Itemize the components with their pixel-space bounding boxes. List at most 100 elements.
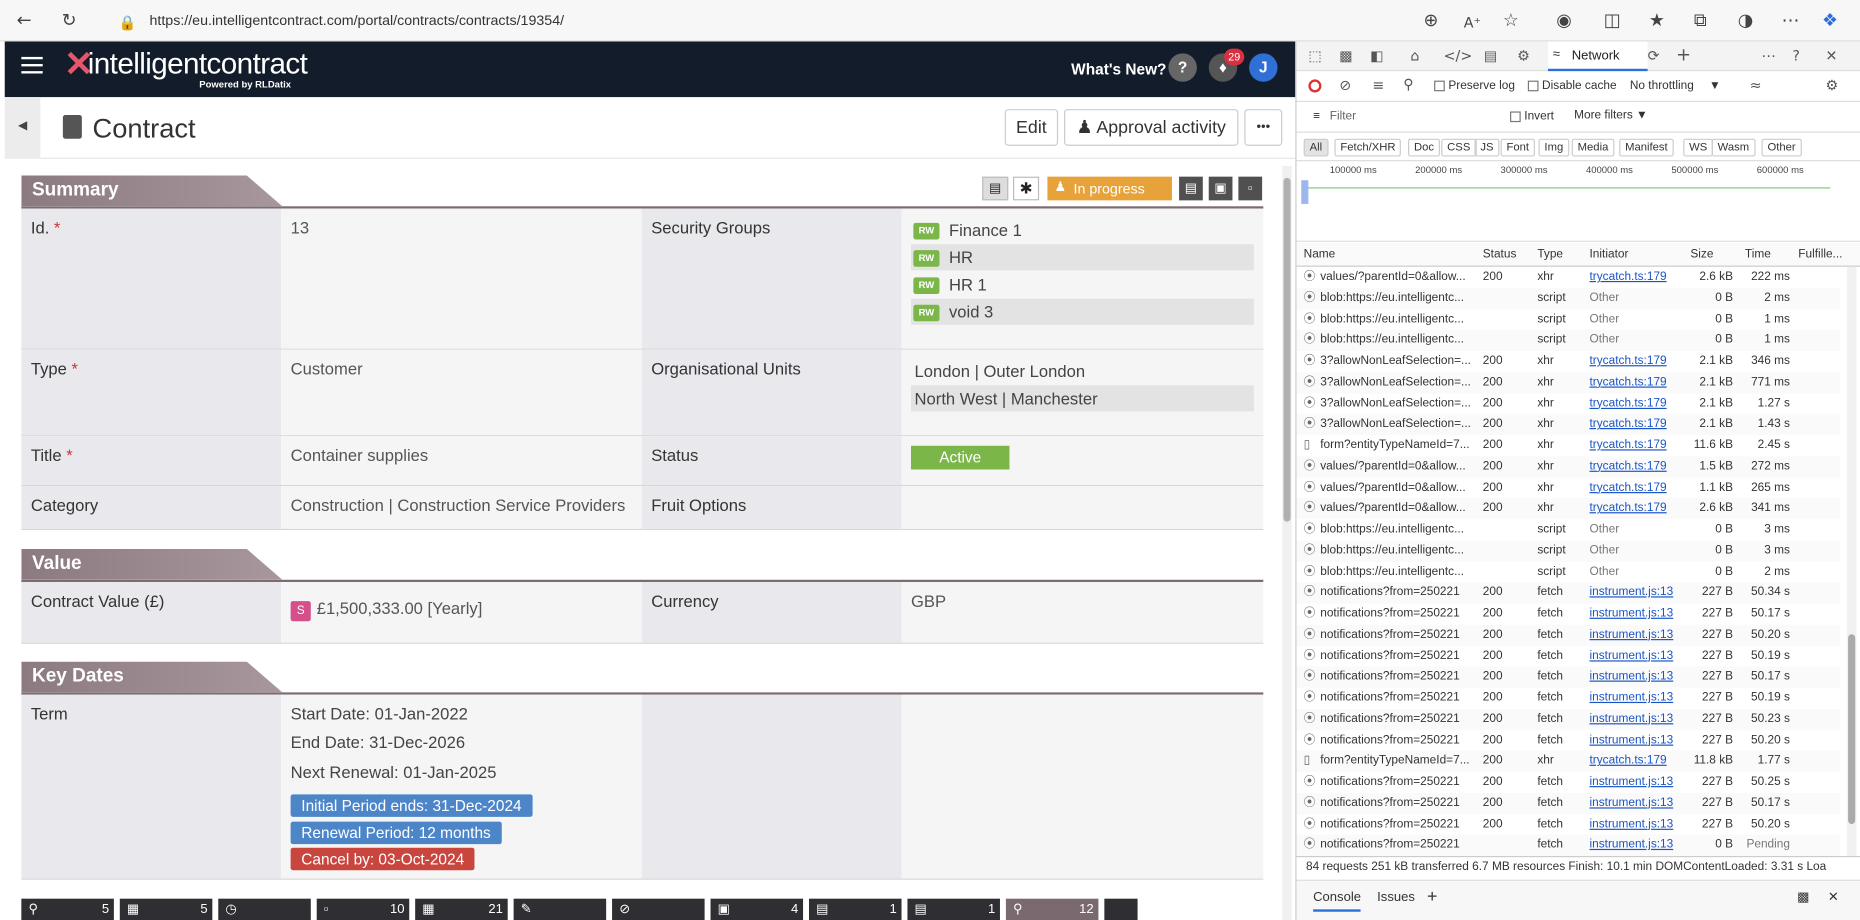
network-conditions-icon[interactable]: ≈ xyxy=(1750,77,1762,94)
performance-icon[interactable]: ⟳ xyxy=(1648,47,1660,64)
request-row[interactable]: ⦿ blob:https://eu.intelligentc... script Ot… xyxy=(1297,561,1840,582)
type-filter-wasm[interactable]: Wasm xyxy=(1711,138,1756,157)
request-row[interactable]: ⦿ notifications?from=250221 200 fetch instru… xyxy=(1296,666,1840,688)
request-row[interactable]: ⦿ notifications?from=250221 200 fetch instru… xyxy=(1296,624,1840,646)
request-row[interactable]: ⦿ blob:https://eu.intelligentc... script Ot… xyxy=(1297,309,1840,330)
request-initiator[interactable]: instrument.js:13 xyxy=(1590,688,1678,708)
performance-icon[interactable]: ◑ xyxy=(1738,9,1754,30)
request-row[interactable]: ⦿ blob:https://eu.intelligentc... script Ot… xyxy=(1296,329,1840,351)
collections-icon[interactable]: ⧉ xyxy=(1694,9,1707,30)
user-avatar[interactable]: J xyxy=(1249,53,1278,82)
help-icon[interactable]: ? xyxy=(1792,47,1800,64)
more-tools-icon[interactable]: ⋯ xyxy=(1762,47,1776,64)
request-row[interactable]: ⦿ values/?parentId=0&allow... 200 xhr trycat… xyxy=(1296,456,1840,478)
request-row[interactable]: ⦿ values/?parentId=0&allow... 200 xhr trycat… xyxy=(1297,477,1840,498)
drawer-dock-icon[interactable]: ▩ xyxy=(1797,889,1809,904)
request-initiator[interactable]: instrument.js:13 xyxy=(1590,646,1678,666)
scrollbar-thumb[interactable] xyxy=(1283,177,1291,522)
preserve-log-checkbox[interactable]: Preserve log xyxy=(1434,79,1515,92)
approval-activity-button[interactable]: ♟ Approval activity xyxy=(1064,109,1239,146)
request-row[interactable]: ⦿ notifications?from=250221 200 fetch instru… xyxy=(1297,646,1840,667)
logo[interactable]: intelligentcontract xyxy=(88,47,308,81)
request-row[interactable]: ⦿ notifications?from=250221 200 fetch instru… xyxy=(1297,603,1840,624)
request-row[interactable]: ⦿ values/?parentId=0&allow... 200 xhr trycat… xyxy=(1296,498,1840,520)
drawer-add-tab-icon[interactable]: + xyxy=(1427,887,1437,907)
request-row[interactable]: ⦿ values/?parentId=0&allow... 200 xhr trycat… xyxy=(1297,267,1840,288)
inspect-icon[interactable]: ⬚ xyxy=(1308,47,1321,64)
footer-tab-calendar[interactable]: ▦ 21 xyxy=(415,898,508,920)
request-initiator[interactable]: instrument.js:13 xyxy=(1590,603,1678,623)
type-filter-img[interactable]: Img xyxy=(1538,138,1570,157)
footer-tab-forms[interactable]: ▤ 1 xyxy=(808,898,902,920)
settings-gear-icon[interactable]: ⚙ xyxy=(1826,77,1839,94)
request-row[interactable]: ⦿ 3?allowNonLeafSelection=... 200 xhr trycat… xyxy=(1297,351,1840,372)
request-initiator[interactable]: trycatch.ts:179 xyxy=(1590,477,1678,497)
request-initiator[interactable]: trycatch.ts:179 xyxy=(1590,456,1678,476)
col-fulfilled[interactable]: Fulfille... xyxy=(1798,248,1842,261)
col-status[interactable]: Status xyxy=(1483,248,1517,261)
read-aloud-icon[interactable]: A⁺ xyxy=(1464,12,1481,33)
footer-tab-more[interactable] xyxy=(1104,898,1138,920)
list-view-icon[interactable]: ▤ xyxy=(982,176,1009,201)
request-initiator[interactable]: trycatch.ts:179 xyxy=(1590,751,1678,771)
sidebar-collapse-toggle[interactable]: ◀ xyxy=(4,97,41,159)
browser-menu-icon[interactable]: ⋯ xyxy=(1782,9,1800,30)
hamburger-menu-icon[interactable] xyxy=(21,56,43,60)
document-icon[interactable]: ▫ xyxy=(1238,176,1263,201)
footer-tab-blocked[interactable]: ⊘ xyxy=(612,898,705,920)
request-initiator[interactable]: trycatch.ts:179 xyxy=(1590,393,1678,413)
col-initiator[interactable]: Initiator xyxy=(1590,248,1629,261)
type-filter-doc[interactable]: Doc xyxy=(1408,138,1440,157)
help-button[interactable]: ? xyxy=(1168,53,1197,82)
footer-tab-edit[interactable]: ✎ xyxy=(513,898,607,920)
add-tab-icon[interactable]: + xyxy=(1676,44,1691,65)
dock-icon[interactable]: ◧ xyxy=(1370,47,1383,64)
request-row[interactable]: ⦿ blob:https://eu.intelligentc... script Ot… xyxy=(1296,287,1840,309)
more-filters-dropdown[interactable]: More filters ▼ xyxy=(1574,109,1648,122)
search-icon[interactable]: ⚲ xyxy=(1403,76,1413,93)
request-initiator[interactable]: trycatch.ts:179 xyxy=(1590,435,1678,455)
request-row[interactable]: ⦿ notifications?from=250221 200 fetch instru… xyxy=(1297,730,1840,751)
request-list-scroll-thumb[interactable] xyxy=(1848,634,1856,824)
more-actions-button[interactable]: ••• xyxy=(1244,109,1283,146)
throttling-select[interactable]: No throttling ▼ xyxy=(1630,79,1721,92)
request-initiator[interactable]: trycatch.ts:179 xyxy=(1590,372,1678,392)
request-initiator[interactable]: instrument.js:13 xyxy=(1590,814,1678,834)
footer-tab-documents[interactable]: ▫ 10 xyxy=(316,898,410,920)
zoom-icon[interactable]: ⊕ xyxy=(1423,9,1438,30)
type-filter-ws[interactable]: WS xyxy=(1683,138,1714,157)
split-screen-icon[interactable]: ◫ xyxy=(1604,9,1621,30)
col-type[interactable]: Type xyxy=(1537,248,1563,261)
request-initiator[interactable]: instrument.js:13 xyxy=(1590,709,1678,729)
invert-checkbox[interactable]: Invert xyxy=(1510,110,1554,123)
filter-input[interactable]: Filter xyxy=(1330,110,1419,123)
drawer-tab-issues[interactable]: Issues xyxy=(1377,890,1415,904)
footer-tab-search[interactable]: ⚲ 5 xyxy=(21,898,114,920)
footer-tab-table[interactable]: ▦ 5 xyxy=(119,898,213,920)
request-list-scrollbar[interactable] xyxy=(1846,266,1857,857)
request-row[interactable]: ⦿ notifications?from=250221 fetch instrumen… xyxy=(1296,834,1840,857)
request-row[interactable]: ⦿ 3?allowNonLeafSelection=... 200 xhr trycat… xyxy=(1297,393,1840,414)
request-row[interactable]: ⦿ notifications?from=250221 200 fetch instru… xyxy=(1297,772,1840,793)
request-initiator[interactable]: instrument.js:13 xyxy=(1590,793,1678,813)
type-filter-js[interactable]: JS xyxy=(1474,138,1500,157)
record-icon[interactable] xyxy=(1308,79,1322,93)
console-icon[interactable]: ▤ xyxy=(1484,47,1497,64)
request-row[interactable]: ⦿ notifications?from=250221 200 fetch instru… xyxy=(1297,688,1840,709)
request-row[interactable]: ⦿ notifications?from=250221 200 fetch instru… xyxy=(1296,792,1840,814)
request-row[interactable]: ⦿ 3?allowNonLeafSelection=... 200 xhr trycat… xyxy=(1296,371,1840,394)
footer-tab-clock[interactable]: ◷ xyxy=(218,898,311,920)
whats-new-link[interactable]: What's New? xyxy=(1071,60,1166,78)
lock-icon[interactable]: ▣ xyxy=(1208,176,1233,201)
elements-icon[interactable]: </> xyxy=(1444,47,1473,64)
sources-icon[interactable]: ⚙ xyxy=(1517,47,1530,64)
footer-tab-notes[interactable]: ▤ 1 xyxy=(907,898,1000,920)
disable-cache-checkbox[interactable]: Disable cache xyxy=(1527,79,1617,92)
request-initiator[interactable]: trycatch.ts:179 xyxy=(1590,414,1678,434)
refresh-icon[interactable]: ↻ xyxy=(62,9,77,30)
request-initiator[interactable]: instrument.js:13 xyxy=(1590,625,1678,645)
request-initiator[interactable]: trycatch.ts:179 xyxy=(1590,351,1678,371)
col-time[interactable]: Time xyxy=(1745,248,1771,261)
back-icon[interactable]: ← xyxy=(17,9,32,30)
request-row[interactable]: ⦿ notifications?from=250221 200 fetch instru… xyxy=(1296,582,1840,604)
